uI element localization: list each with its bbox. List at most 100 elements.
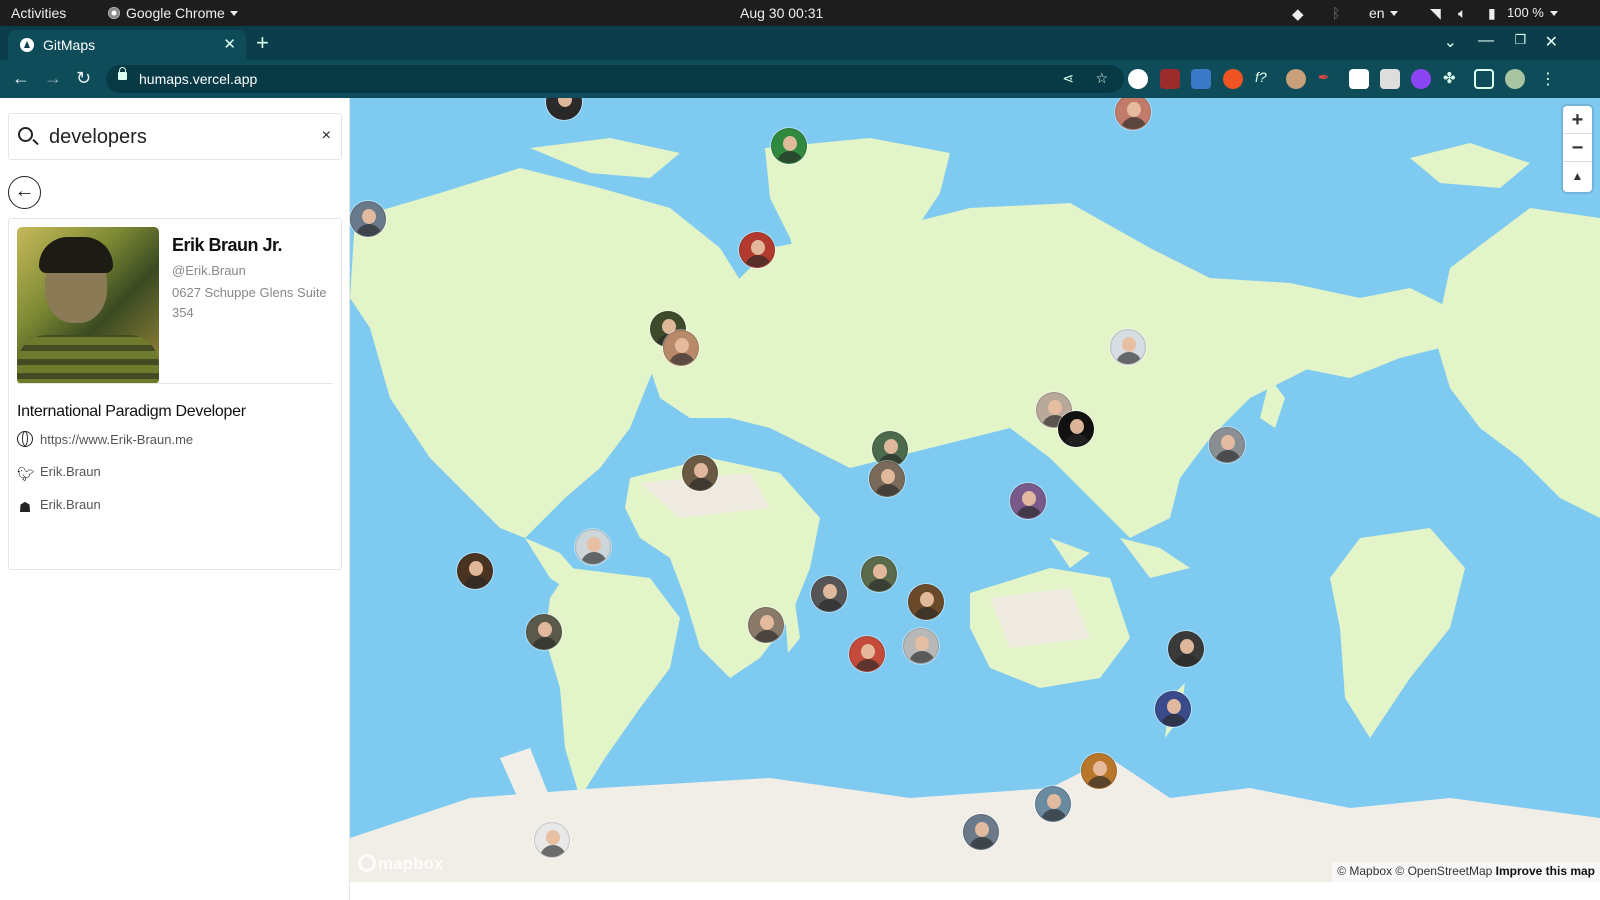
back-button[interactable]: ←: [12, 68, 30, 89]
clock[interactable]: Aug 30 00:31: [740, 5, 823, 21]
compass-button[interactable]: ▲: [1563, 162, 1592, 190]
extension-icon[interactable]: [1160, 69, 1180, 89]
developer-avatar[interactable]: [526, 614, 562, 650]
extensions-puzzle-icon[interactable]: ✤: [1443, 69, 1463, 89]
system-top-bar: Activities Google Chrome Aug 30 00:31 ◆ …: [0, 0, 1600, 26]
zoom-out-button[interactable]: −: [1563, 134, 1592, 162]
tab-gitmaps[interactable]: GitMaps ✕: [8, 30, 246, 60]
lock-icon[interactable]: [118, 67, 127, 80]
mapbox-logo[interactable]: mapbox: [358, 854, 443, 874]
battery-icon[interactable]: ▮: [1488, 5, 1496, 22]
developer-avatar[interactable]: [534, 822, 570, 858]
extension-icon[interactable]: [1286, 69, 1306, 89]
restore-button[interactable]: ❐: [1514, 32, 1526, 48]
app-menu[interactable]: Google Chrome: [108, 5, 238, 21]
clear-search-button[interactable]: ×: [322, 127, 331, 145]
minimize-button[interactable]: —: [1478, 32, 1494, 50]
developer-avatar[interactable]: [350, 201, 386, 237]
tab-search-icon[interactable]: ⌄: [1444, 32, 1457, 52]
bookmark-star-icon[interactable]: ☆: [1095, 70, 1108, 87]
search-icon: [18, 127, 33, 142]
developer-avatar[interactable]: [869, 461, 905, 497]
battery-percent: 100 %: [1507, 5, 1544, 20]
close-window-button[interactable]: ✕: [1545, 32, 1558, 52]
system-menu-caret[interactable]: [1545, 5, 1558, 21]
developer-avatar[interactable]: [849, 636, 885, 672]
improve-map-link[interactable]: Improve this map: [1496, 864, 1595, 878]
favicon-icon: [20, 38, 34, 52]
developer-avatar[interactable]: [811, 576, 847, 612]
developer-avatar[interactable]: [771, 128, 807, 164]
app-name: Google Chrome: [126, 5, 225, 21]
chevron-down-icon: [229, 11, 238, 16]
close-tab-icon[interactable]: ✕: [223, 35, 236, 53]
bluetooth-icon[interactable]: ᛒ: [1332, 5, 1340, 21]
kebab-menu-icon[interactable]: ⋮: [1540, 69, 1560, 89]
profile-address: 0627 Schuppe Glens Suite 354: [172, 285, 327, 320]
extension-icon[interactable]: [1411, 69, 1431, 89]
github-icon: ☗: [18, 499, 32, 515]
globe-icon: [17, 431, 33, 447]
developer-avatar[interactable]: [1155, 691, 1191, 727]
extension-icon[interactable]: [1191, 69, 1211, 89]
developer-avatar[interactable]: [903, 628, 939, 664]
website-row: https://www.Erik-Braun.me: [17, 431, 193, 447]
developer-avatar[interactable]: [1081, 753, 1117, 789]
side-panel-icon[interactable]: [1474, 69, 1494, 89]
diamond-icon[interactable]: ◆: [1292, 5, 1304, 23]
developer-avatar[interactable]: [861, 556, 897, 592]
developer-avatar[interactable]: [1115, 98, 1151, 130]
world-map[interactable]: + − ▲ mapbox © Mapbox © OpenStreetMap Im…: [350, 98, 1600, 882]
profile-card: Erik Braun Jr. @Erik.Braun 0627 Schuppe …: [8, 218, 342, 570]
zoom-in-button[interactable]: +: [1563, 106, 1592, 134]
forward-button[interactable]: →: [44, 68, 62, 89]
search-input[interactable]: [49, 123, 309, 151]
developer-avatar[interactable]: [1209, 427, 1245, 463]
notion-extension-icon[interactable]: [1349, 69, 1369, 89]
new-tab-button[interactable]: +: [256, 30, 269, 56]
developer-avatar[interactable]: [739, 232, 775, 268]
extension-icon[interactable]: ✒: [1318, 69, 1338, 89]
chrome-icon: [108, 7, 120, 19]
url-text[interactable]: humaps.vercel.app: [139, 71, 257, 87]
developer-avatar[interactable]: [908, 584, 944, 620]
developer-avatar[interactable]: [663, 330, 699, 366]
twitter-icon: 🐦︎: [17, 466, 35, 482]
profile-avatar[interactable]: [1505, 69, 1525, 89]
search-box: ×: [8, 113, 342, 160]
formula-extension-icon[interactable]: f?: [1255, 69, 1275, 89]
sidebar: × ← Erik Braun Jr. @Erik.Braun 0627 Schu…: [0, 98, 350, 900]
developer-avatar[interactable]: [963, 814, 999, 850]
developer-avatar[interactable]: [546, 98, 582, 120]
mapbox-logo-icon: [358, 854, 376, 872]
developer-avatar[interactable]: [1058, 411, 1094, 447]
profile-photo: [17, 227, 159, 384]
extension-icon[interactable]: [1380, 69, 1400, 89]
share-icon[interactable]: ⋖: [1062, 70, 1074, 87]
developer-avatar[interactable]: [575, 529, 611, 565]
github-row: ☗ Erik.Braun: [17, 497, 101, 515]
tab-title: GitMaps: [43, 37, 96, 53]
attribution-text[interactable]: © Mapbox © OpenStreetMap: [1337, 864, 1492, 878]
activities-button[interactable]: Activities: [11, 5, 66, 21]
extension-icon[interactable]: [1223, 69, 1243, 89]
developer-avatar[interactable]: [1110, 329, 1146, 365]
language-menu[interactable]: en: [1369, 5, 1398, 21]
developer-avatar[interactable]: [682, 455, 718, 491]
developer-avatar[interactable]: [748, 607, 784, 643]
github-link[interactable]: Erik.Braun: [40, 497, 101, 512]
wifi-icon[interactable]: ◥: [1430, 5, 1441, 22]
developer-avatar[interactable]: [1035, 786, 1071, 822]
developer-avatar[interactable]: [457, 553, 493, 589]
twitter-link[interactable]: Erik.Braun: [40, 464, 101, 479]
website-link[interactable]: https://www.Erik-Braun.me: [40, 432, 193, 447]
volume-icon[interactable]: 🔈︎: [1458, 5, 1466, 22]
reload-button[interactable]: ↻: [76, 68, 91, 89]
extension-icon[interactable]: [1128, 69, 1148, 89]
developer-avatar[interactable]: [1010, 483, 1046, 519]
map-zoom-controls: + − ▲: [1563, 106, 1592, 192]
developer-avatar[interactable]: [1168, 631, 1204, 667]
chevron-down-icon: [1389, 11, 1398, 16]
address-bar[interactable]: humaps.vercel.app ⋖ ☆: [106, 65, 1124, 93]
back-arrow-button[interactable]: ←: [8, 176, 41, 209]
